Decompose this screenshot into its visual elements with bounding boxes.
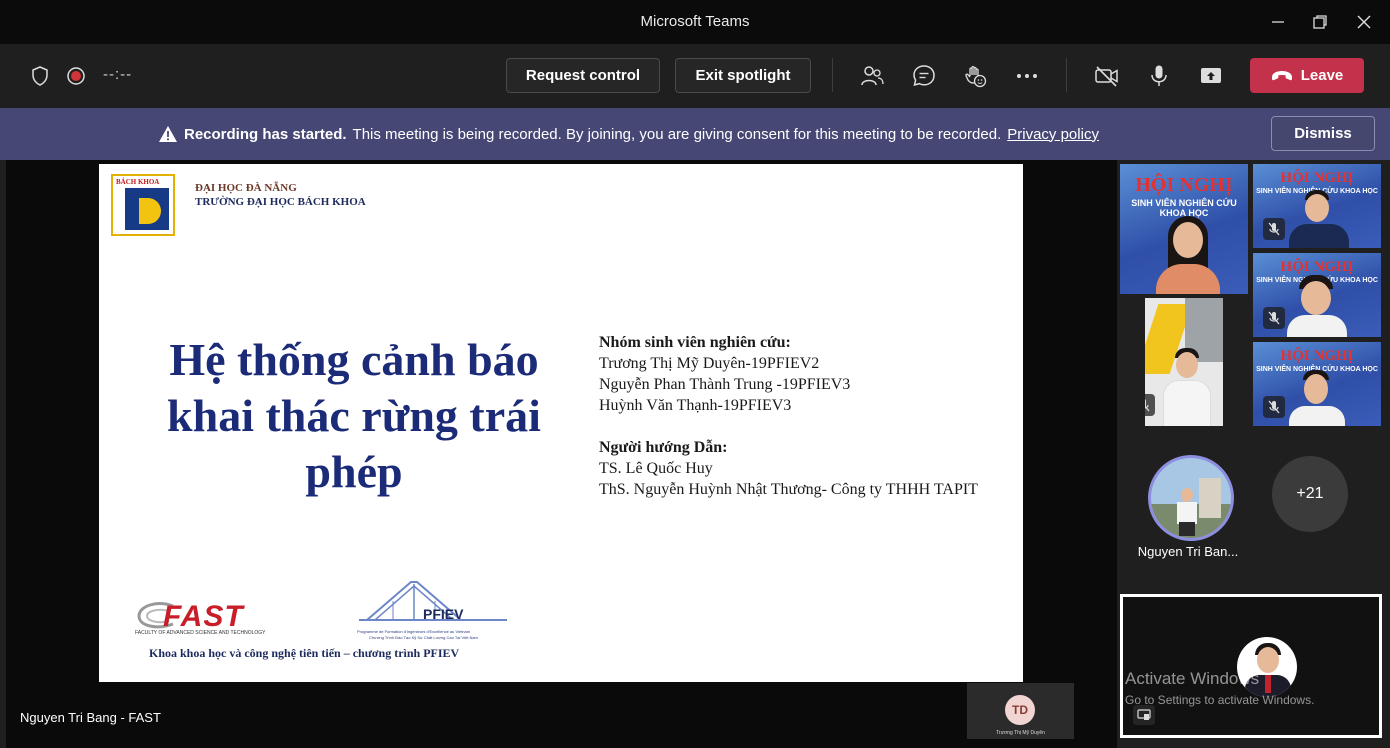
- poster-title: HỘI NGHỊ: [1280, 259, 1354, 275]
- team-member: Huỳnh Văn Thạnh-19PFIEV3: [599, 397, 792, 414]
- slide-footer: Khoa khoa học và công nghệ tiên tiến – c…: [149, 646, 460, 660]
- muted-icon: [1263, 218, 1285, 240]
- school-name: TRƯỜNG ĐẠI HỌC BÁCH KHOA: [195, 196, 366, 208]
- minimize-button[interactable]: [1264, 8, 1292, 36]
- request-control-button[interactable]: Request control: [506, 58, 660, 93]
- fast-logo-text: FAST: [163, 600, 244, 633]
- advisor-heading: Người hướng Dẫn:: [599, 439, 728, 456]
- self-view[interactable]: Activate Windows Go to Settings to activ…: [1120, 594, 1382, 738]
- poster-title: HỘI NGHỊ: [1135, 174, 1233, 196]
- poster-title: HỘI NGHỊ: [1280, 348, 1354, 364]
- participant-name: Trương Thị Mỹ Duyên: [996, 730, 1045, 736]
- bach-khoa-logo: BÁCH KHOA: [111, 174, 175, 236]
- team-heading: Nhóm sinh viên nghiên cứu:: [599, 334, 791, 351]
- slide-title-line: phép: [305, 446, 403, 497]
- advisor: ThS. Nguyễn Huỳnh Nhật Thương- Công ty T…: [599, 481, 978, 498]
- fast-logo: FAST FACULTY OF ADVANCED SCIENCE AND TEC…: [135, 600, 305, 638]
- meeting-toolbar: --:-- Request control Exit spotlight Lea…: [0, 44, 1390, 108]
- advisor: TS. Lê Quốc Huy: [599, 460, 713, 477]
- recording-banner: Recording has started. This meeting is b…: [0, 108, 1390, 160]
- restore-button[interactable]: [1306, 8, 1334, 36]
- teams-meeting-window: Microsoft Teams --:-- Request control Ex…: [0, 0, 1390, 748]
- more-participants-button[interactable]: +21: [1272, 456, 1348, 532]
- research-team: Nhóm sinh viên nghiên cứu: Trương Thị Mỹ…: [599, 332, 978, 500]
- chat-icon[interactable]: [912, 64, 936, 88]
- bach-khoa-logo-text: BÁCH KHOA: [116, 178, 160, 186]
- screen-share-indicator-icon: [1133, 705, 1155, 725]
- recording-message: Recording has started. This meeting is b…: [158, 125, 1099, 143]
- close-icon: [1357, 15, 1371, 29]
- pfiev-logo-text: PFIEV: [423, 606, 464, 622]
- meeting-timer: --:--: [103, 66, 133, 83]
- participant-video[interactable]: HỘI NGHỊ SINH VIÊN NGHIÊN CỨU KHOA HỌC: [1253, 342, 1381, 426]
- hang-up-icon: [1271, 70, 1292, 80]
- title-bar: Microsoft Teams: [0, 0, 1390, 44]
- team-member: Nguyễn Phan Thành Trung -19PFIEV3: [599, 376, 851, 393]
- participant-name: Nguyen Tri Ban...: [1137, 544, 1239, 559]
- participant-avatar[interactable]: [1148, 455, 1234, 541]
- more-options-icon[interactable]: [1015, 64, 1039, 88]
- recording-text: This meeting is being recorded. By joini…: [352, 125, 1002, 143]
- close-button[interactable]: [1350, 8, 1378, 36]
- university-name: ĐẠI HỌC ĐÀ NẴNG: [195, 182, 297, 194]
- muted-icon: [1145, 394, 1155, 416]
- restore-icon: [1313, 15, 1327, 29]
- reactions-icon[interactable]: [963, 64, 987, 88]
- fast-logo-subtitle: FACULTY OF ADVANCED SCIENCE AND TECHNOLO…: [135, 630, 266, 636]
- toolbar-divider: [1066, 58, 1067, 92]
- minimize-icon: [1272, 21, 1284, 23]
- participant-video[interactable]: HỘI NGHỊ SINH VIÊN NGHIÊN CỨU KHOA HỌC: [1253, 253, 1381, 337]
- muted-icon: [1263, 307, 1285, 329]
- dismiss-button[interactable]: Dismiss: [1271, 116, 1375, 151]
- participant-tile-td[interactable]: TD Trương Thị Mỹ Duyên: [967, 683, 1074, 739]
- exit-spotlight-button[interactable]: Exit spotlight: [675, 58, 811, 93]
- poster-subtitle: SINH VIÊN NGHIÊN CỨU KHOA HỌC: [1131, 198, 1237, 218]
- presenter-name: Nguyen Tri Bang - FAST: [20, 710, 161, 725]
- privacy-policy-link[interactable]: Privacy policy: [1007, 126, 1099, 143]
- leave-label: Leave: [1300, 67, 1344, 84]
- avatar: TD: [1005, 695, 1035, 725]
- activate-windows-title: Activate Windows: [1125, 669, 1260, 688]
- slide-title-line: khai thác rừng trái: [167, 390, 541, 441]
- leave-button[interactable]: Leave: [1250, 58, 1364, 93]
- camera-off-icon[interactable]: [1094, 64, 1118, 88]
- microphone-icon[interactable]: [1147, 64, 1171, 88]
- pfiev-logo: PFIEV Programme de Formation d'Ingénieur…: [357, 576, 513, 646]
- participants-icon[interactable]: [860, 64, 884, 88]
- slide-title: Hệ thống cảnh báo khai thác rừng trái ph…: [135, 332, 573, 500]
- pfiev-subtitle: Chương Trình Đào Tạo Kỹ Sư Chất Lượng Ca…: [369, 635, 478, 640]
- shield-icon[interactable]: [28, 64, 52, 88]
- warning-icon: [159, 126, 177, 142]
- participant-video[interactable]: [1145, 298, 1223, 426]
- presentation-slide: BÁCH KHOA ĐẠI HỌC ĐÀ NẴNG TRƯỜNG ĐẠI HỌC…: [99, 164, 1023, 682]
- participant-video[interactable]: HỘI NGHỊ SINH VIÊN NGHIÊN CỨU KHOA HỌC: [1253, 164, 1381, 248]
- poster-title: HỘI NGHỊ: [1280, 170, 1354, 186]
- slide-title-line: Hệ thống cảnh báo: [169, 334, 539, 385]
- team-member: Trương Thị Mỹ Duyên-19PFIEV2: [599, 355, 820, 372]
- recording-title: Recording has started.: [184, 125, 347, 143]
- muted-icon: [1263, 396, 1285, 418]
- participant-video[interactable]: HỘI NGHỊ SINH VIÊN NGHIÊN CỨU KHOA HỌC: [1120, 164, 1248, 294]
- toolbar-divider: [832, 58, 833, 92]
- share-screen-icon[interactable]: [1199, 64, 1223, 88]
- pfiev-subtitle: Programme de Formation d'Ingénieurs d'Ex…: [357, 629, 471, 634]
- window-title: Microsoft Teams: [640, 13, 750, 30]
- recording-icon: [64, 64, 88, 88]
